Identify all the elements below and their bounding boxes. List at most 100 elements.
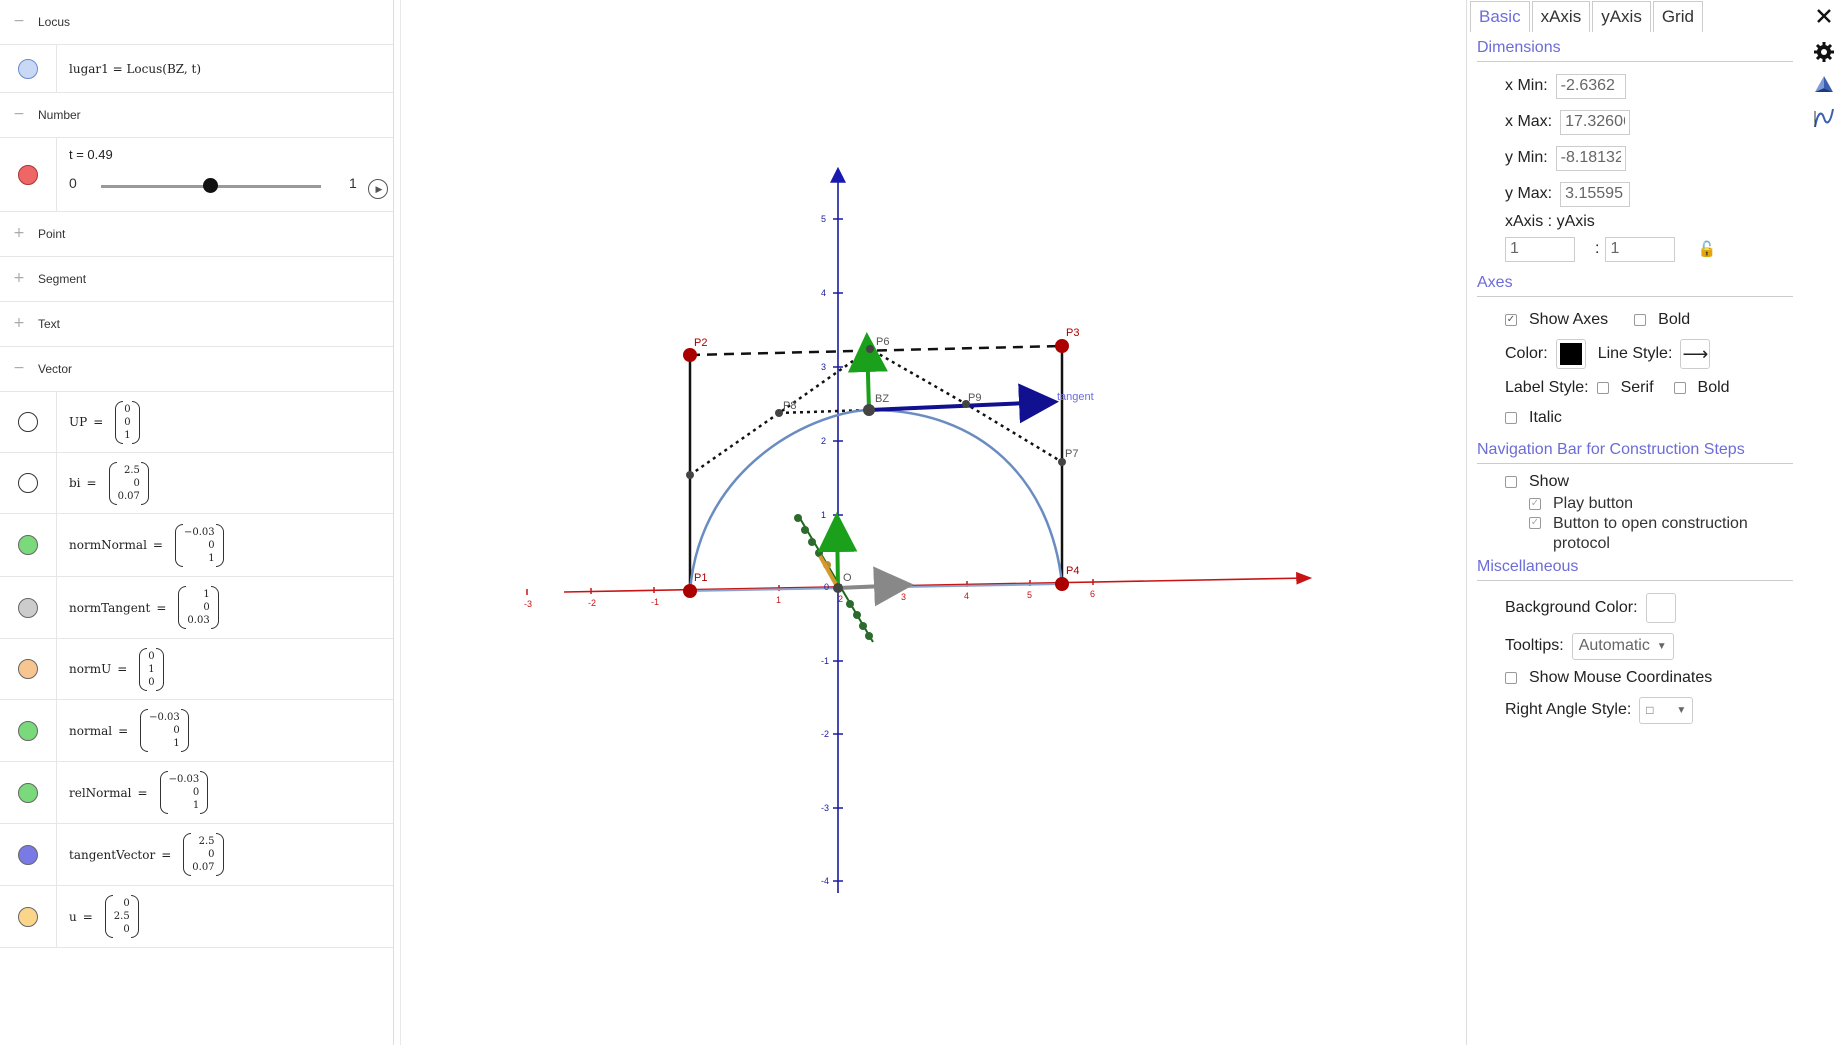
vector-matrix: 001 [115, 400, 140, 444]
visibility-marker[interactable] [18, 720, 38, 741]
collapse-icon[interactable]: − [12, 14, 26, 29]
graphics-3d-view[interactable]: -3 -2 -1 1 2 3 4 5 6 5 4 3 2 1 -1 -2 -3 -4 P1 P2 P3 [400, 0, 1464, 1045]
x-tick-label: 2 [838, 594, 843, 604]
vector-matrix: 2.5 0 0.07 [108, 461, 149, 505]
lugar1-definition[interactable]: lugar1 = Locus(BZ, t) [57, 45, 393, 92]
vector-matrix: −0.03 0 1 [174, 523, 224, 567]
visibility-marker[interactable] [18, 58, 38, 79]
tooltips-select[interactable]: Automatic ▼ [1571, 632, 1674, 660]
ymax-input[interactable] [1560, 181, 1631, 207]
tangent-vector [868, 383, 1059, 424]
vector-component: −0.03 [149, 712, 180, 723]
play-icon[interactable]: ▶ [368, 179, 388, 199]
point-p1[interactable] [683, 584, 697, 598]
point-origin[interactable] [833, 583, 843, 593]
graphics-3d-icon[interactable] [1812, 73, 1836, 97]
open-protocol-checkbox[interactable]: ✓ [1529, 517, 1541, 529]
vector-component: 1 [203, 589, 210, 600]
tab-yaxis[interactable]: yAxis [1592, 1, 1651, 32]
visibility-marker[interactable] [18, 412, 38, 432]
line-style-button[interactable]: ⟶ [1680, 339, 1711, 369]
point-p4[interactable] [1055, 577, 1069, 591]
algebra-row-vector[interactable]: bi = 2.5 0 0.07 [0, 453, 393, 514]
vector-component: 1 [148, 663, 155, 675]
label-zero: 0 [824, 582, 829, 592]
point-p8[interactable] [775, 409, 783, 417]
visibility-marker[interactable] [18, 164, 38, 185]
visibility-marker[interactable] [18, 844, 38, 865]
vector-component: 2.5 [123, 464, 140, 476]
tab-grid[interactable]: Grid [1652, 1, 1703, 32]
visibility-marker[interactable] [18, 597, 38, 618]
algebra-row-vector[interactable]: u = 0 2.5 0 [0, 886, 393, 948]
vector-name: bi [69, 476, 81, 490]
algebra-row-slider-t[interactable]: t = 0.49 0 1 ▶ [0, 138, 393, 212]
ratio-y-input[interactable] [1605, 236, 1676, 262]
close-icon[interactable] [1812, 4, 1836, 28]
algebra-row-vector[interactable]: normU = 0 1 0 [0, 639, 393, 700]
tab-xaxis[interactable]: xAxis [1531, 1, 1591, 32]
gear-icon[interactable] [1812, 40, 1836, 64]
visibility-marker[interactable] [18, 473, 38, 493]
category-point[interactable]: + Point [0, 212, 393, 257]
visibility-marker[interactable] [18, 535, 38, 555]
dropdown-arrow-icon: ▼ [1676, 704, 1687, 716]
axes-color-button[interactable] [1555, 339, 1586, 369]
vector-name: normNormal [69, 538, 147, 552]
visibility-marker[interactable] [18, 782, 38, 803]
category-segment[interactable]: + Segment [0, 257, 393, 302]
section-dimensions: Dimensions [1477, 39, 1793, 62]
point-bz[interactable] [863, 404, 875, 416]
point-p6[interactable] [866, 345, 874, 353]
label-bz: BZ [875, 393, 889, 405]
visibility-marker[interactable] [18, 906, 38, 927]
vector-component: 2.5 [198, 836, 215, 847]
algebra-row-vector[interactable]: normNormal = −0.03 0 1 [0, 514, 393, 577]
tab-basic[interactable]: Basic [1470, 1, 1530, 32]
vector-component: −0.03 [168, 774, 200, 785]
ratio-x-input[interactable] [1505, 236, 1575, 262]
italic-checkbox[interactable] [1505, 412, 1517, 424]
category-number[interactable]: − Number [0, 93, 393, 138]
tooltips-label: Tooltips: [1505, 637, 1564, 654]
x-tick-label: -2 [588, 598, 596, 608]
category-vector[interactable]: − Vector [0, 347, 393, 392]
point-p2[interactable] [683, 348, 697, 362]
algebra-row-vector[interactable]: UP = 0 0 1 [0, 392, 393, 453]
bg-color-button[interactable] [1645, 593, 1676, 623]
bold-checkbox[interactable] [1634, 314, 1647, 326]
bold-label-checkbox[interactable] [1673, 382, 1686, 394]
expand-icon[interactable]: + [12, 226, 26, 241]
point-p5[interactable] [686, 471, 694, 479]
expand-icon[interactable]: + [12, 271, 26, 286]
scene-canvas[interactable]: -3 -2 -1 1 2 3 4 5 6 5 4 3 2 1 -1 -2 -3 -4 P1 P2 P3 [401, 0, 1465, 1045]
algebra-row-lugar1[interactable]: lugar1 = Locus(BZ, t) [0, 45, 393, 93]
mouse-coords-checkbox[interactable] [1505, 672, 1517, 684]
algebra-row-vector[interactable]: tangentVector = 2.5 0 0.07 [0, 824, 393, 886]
slider-thumb[interactable] [203, 178, 218, 193]
ymax-label: y Max: [1505, 185, 1553, 202]
visibility-marker[interactable] [18, 659, 38, 679]
xmax-input[interactable] [1560, 109, 1631, 135]
right-angle-select[interactable]: □ ▼ [1639, 696, 1694, 724]
collapse-icon[interactable]: − [12, 361, 26, 376]
category-text[interactable]: + Text [0, 302, 393, 347]
collapse-icon[interactable]: − [12, 107, 26, 122]
algebra-row-vector[interactable]: normTangent = 1 0 0.03 [0, 577, 393, 639]
algebra-graph-icon[interactable] [1812, 106, 1836, 130]
algebra-row-vector[interactable]: normal = −0.03 0 1 [0, 700, 393, 762]
show-navbar-checkbox[interactable] [1505, 476, 1517, 488]
right-angle-label: Right Angle Style: [1505, 701, 1632, 718]
expand-icon[interactable]: + [12, 316, 26, 331]
unlock-icon[interactable]: 🔓 [1697, 240, 1716, 258]
serif-checkbox[interactable] [1596, 382, 1609, 394]
show-axes-checkbox[interactable]: ✓ [1505, 314, 1517, 326]
ymin-input[interactable] [1555, 145, 1626, 171]
xmin-input[interactable] [1555, 73, 1626, 99]
point-p3[interactable] [1055, 339, 1069, 353]
play-button-checkbox[interactable]: ✓ [1529, 498, 1541, 510]
category-locus[interactable]: − Locus [0, 0, 393, 45]
slider-label[interactable]: t = 0.49 [69, 147, 113, 162]
label-style-label: Label Style: [1505, 379, 1589, 396]
algebra-row-vector[interactable]: relNormal = −0.03 0 1 [0, 762, 393, 824]
